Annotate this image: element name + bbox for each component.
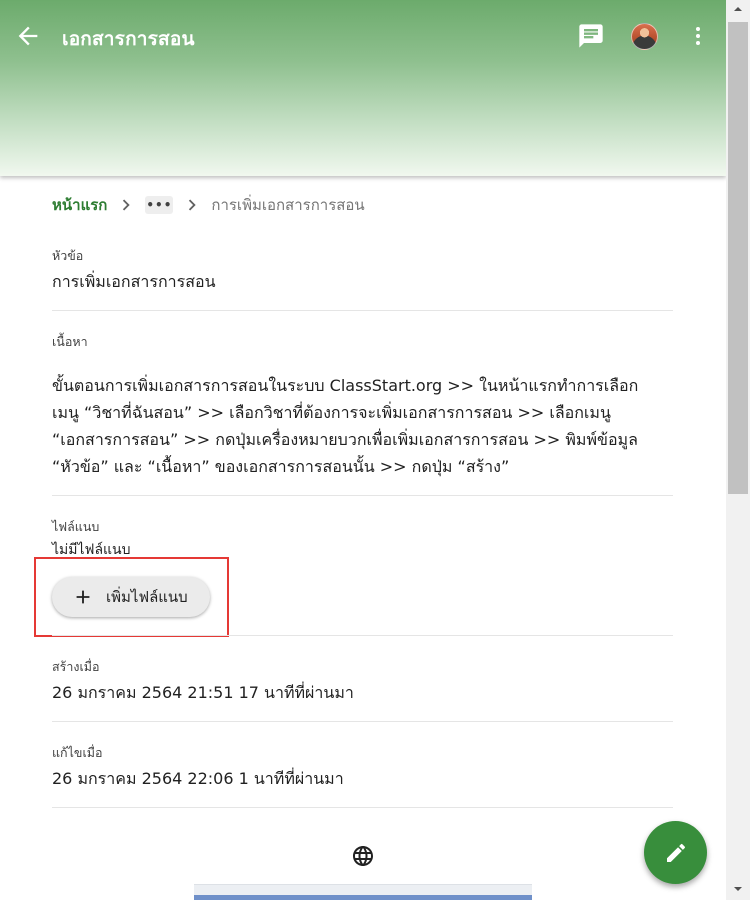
- content-line: “หัวข้อ” และ “เนื้อหา” ของเอกสารการสอนนั…: [52, 457, 510, 476]
- topic-label: หัวข้อ: [52, 248, 84, 263]
- topic-value: การเพิ่มเอกสารการสอน: [52, 272, 216, 291]
- content-section: เนื้อหา ขั้นตอนการเพิ่มเอกสารการสอนในระบ…: [52, 332, 673, 480]
- created-value: 26 มกราคม 2564 21:51 17 นาทีที่ผ่านมา: [52, 683, 354, 702]
- vertical-scrollbar[interactable]: [726, 0, 750, 900]
- content-label: เนื้อหา: [52, 334, 88, 349]
- content-line: “เอกสารการสอน” >> กดปุ่มเครื่องหมายบวกเพ…: [52, 430, 638, 449]
- created-label: สร้างเมื่อ: [52, 659, 100, 674]
- topic-section: หัวข้อ การเพิ่มเอกสารการสอน: [52, 246, 673, 295]
- attachments-section: ไฟล์แนบ ไม่มีไฟล์แนบ: [52, 517, 673, 561]
- page: เอกสารการสอน หน้าแรก ••• การเพิ่มเอกสารก…: [0, 0, 726, 900]
- content-line: ขั้นตอนการเพิ่มเอกสารการสอนในระบบ ClassS…: [52, 376, 639, 395]
- scrollbar-thumb[interactable]: [728, 22, 748, 494]
- footer-banner-bar: [194, 895, 532, 900]
- chevron-right-icon: [123, 199, 131, 211]
- modified-value: 26 มกราคม 2564 22:06 1 นาทีที่ผ่านมา: [52, 769, 344, 788]
- scroll-down-arrow-icon[interactable]: [726, 880, 750, 898]
- globe-icon[interactable]: [351, 844, 375, 868]
- divider: [52, 495, 673, 496]
- divider: [52, 721, 673, 722]
- footer-banner: [194, 884, 532, 900]
- breadcrumb-current: การเพิ่มเอกสารการสอน: [211, 196, 365, 214]
- breadcrumb-ellipsis-button[interactable]: •••: [145, 196, 174, 214]
- add-attachment-button[interactable]: เพิ่มไฟล์แนบ: [52, 577, 210, 617]
- created-section: สร้างเมื่อ 26 มกราคม 2564 21:51 17 นาทีท…: [52, 657, 673, 706]
- edit-pencil-icon: [666, 843, 685, 862]
- divider: [52, 310, 673, 311]
- modified-section: แก้ไขเมื่อ 26 มกราคม 2564 22:06 1 นาทีที…: [52, 743, 673, 792]
- page-title: เอกสารการสอน: [62, 28, 195, 50]
- plus-icon: [76, 590, 90, 604]
- chevron-right-icon: [189, 199, 197, 211]
- divider: [52, 635, 673, 636]
- breadcrumb: หน้าแรก ••• การเพิ่มเอกสารการสอน: [52, 193, 365, 217]
- divider: [52, 807, 673, 808]
- more-vert-icon[interactable]: [686, 22, 710, 50]
- avatar[interactable]: [631, 23, 658, 50]
- attachments-label: ไฟล์แนบ: [52, 519, 100, 534]
- edit-fab-button[interactable]: [644, 821, 707, 884]
- modified-label: แก้ไขเมื่อ: [52, 745, 103, 760]
- content-body: ขั้นตอนการเพิ่มเอกสารการสอนในระบบ ClassS…: [52, 372, 673, 480]
- scroll-up-arrow-icon[interactable]: [726, 0, 750, 18]
- breadcrumb-home-link[interactable]: หน้าแรก: [52, 193, 107, 217]
- arrow-back-icon[interactable]: [14, 22, 42, 50]
- add-attachment-label: เพิ่มไฟล์แนบ: [106, 588, 188, 606]
- chat-icon[interactable]: [577, 22, 605, 50]
- app-bar: เอกสารการสอน: [0, 0, 726, 176]
- content-line: เมนู “วิชาที่ฉันสอน” >> เลือกวิชาที่ต้อง…: [52, 403, 611, 422]
